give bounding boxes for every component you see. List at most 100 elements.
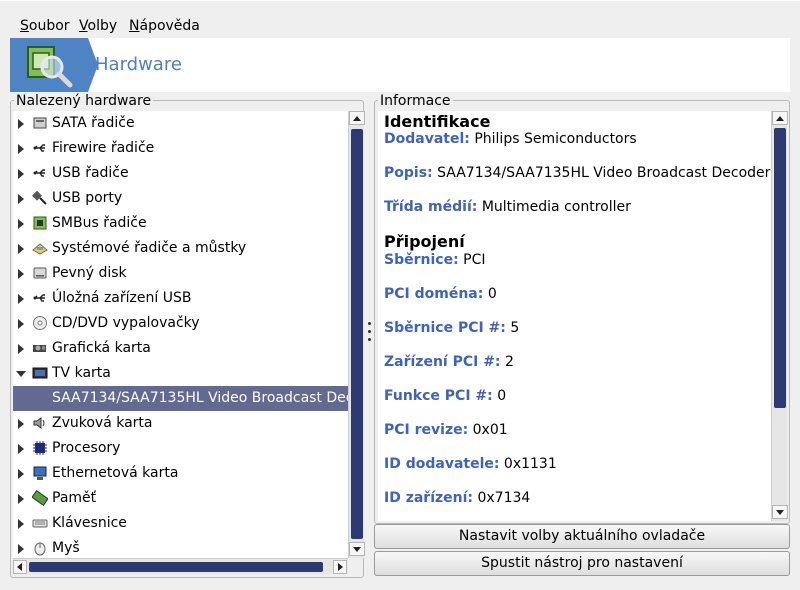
tree-item-label: Procesory <box>52 440 121 456</box>
tree-category-item[interactable]: Grafická karta <box>13 336 348 361</box>
pane-splitter-handle[interactable] <box>366 322 372 344</box>
info-field: Zařízení PCI #: 2 <box>384 354 514 370</box>
tree-category-item[interactable]: Úložná zařízení USB <box>13 286 348 311</box>
tree-vertical-scrollbar[interactable] <box>348 111 365 558</box>
scroll-up-button[interactable] <box>349 111 365 125</box>
menu-help[interactable]: Nápověda <box>129 17 200 35</box>
info-field: Funkce PCI #: 0 <box>384 388 507 404</box>
tree-item-label: Grafická karta <box>52 340 151 356</box>
info-field: ID dodavatele: 0x1131 <box>384 456 557 472</box>
tree-category-item[interactable]: Zvuková karta <box>13 411 348 436</box>
expand-right-icon[interactable] <box>18 144 24 154</box>
expand-right-icon[interactable] <box>18 444 24 454</box>
tree-category-item[interactable]: TV karta <box>13 361 348 386</box>
scroll-left-button[interactable] <box>13 560 27 574</box>
expand-right-icon[interactable] <box>18 244 24 254</box>
network-icon <box>32 465 48 481</box>
cpu-icon <box>32 440 48 456</box>
cdrom-icon <box>32 315 48 331</box>
expand-right-icon[interactable] <box>18 519 24 529</box>
expand-right-icon[interactable] <box>18 344 24 354</box>
keyboard-icon <box>32 515 48 531</box>
info-panel-label: Informace <box>378 93 453 109</box>
usb-symbol-icon <box>32 165 48 181</box>
tree-category-item[interactable]: Firewire řadiče <box>13 136 348 161</box>
info-field: Dodavatel: Philips Semiconductors <box>384 131 637 147</box>
menu-file[interactable]: Soubor <box>20 17 70 35</box>
tree-category-item[interactable]: Systémové řadiče a můstky <box>13 236 348 261</box>
info-field: PCI doména: 0 <box>384 286 497 302</box>
arrow-left-icon <box>17 563 22 571</box>
scroll-right-button[interactable] <box>333 560 347 574</box>
speaker-icon <box>32 415 48 431</box>
tree-category-item[interactable]: USB porty <box>13 186 348 211</box>
tree-item-label: Zvuková karta <box>52 415 153 431</box>
expand-right-icon[interactable] <box>18 544 24 554</box>
expand-right-icon[interactable] <box>18 469 24 479</box>
usb-symbol-icon <box>32 290 48 306</box>
hardware-tree[interactable]: SATA řadiče Firewire řadiče USB řadiče USB … <box>13 111 348 558</box>
tree-category-item[interactable]: Pevný disk <box>13 261 348 286</box>
arrow-right-icon <box>338 563 343 571</box>
chip-icon <box>32 215 48 231</box>
tree-item-label: SAA7134/SAA7135HL Video Broadcast Decode… <box>52 390 348 406</box>
run-config-tool-button[interactable]: Spustit nástroj pro nastavení <box>374 551 790 576</box>
expand-right-icon[interactable] <box>18 494 24 504</box>
expand-right-icon[interactable] <box>18 269 24 279</box>
section-heading-connection: Připojení <box>384 232 465 251</box>
tv-icon <box>32 365 48 381</box>
expand-right-icon[interactable] <box>18 319 24 329</box>
scroll-thumb[interactable] <box>351 129 363 539</box>
memory-icon <box>31 490 49 506</box>
page-title: Hardware <box>95 54 182 75</box>
expand-right-icon[interactable] <box>18 169 24 179</box>
tree-item-label: Systémové řadiče a můstky <box>52 240 247 256</box>
tree-item-label: Ethernetová karta <box>52 465 179 481</box>
scroll-up-button[interactable] <box>772 111 788 125</box>
harddisk-icon <box>32 265 48 281</box>
info-field: Popis: SAA7134/SAA7135HL Video Broadcast… <box>384 165 771 181</box>
tree-category-item[interactable]: Paměť <box>13 486 348 511</box>
video-card-icon <box>32 340 48 356</box>
tree-category-item[interactable]: Myš <box>13 536 348 558</box>
expand-right-icon[interactable] <box>18 119 24 129</box>
tree-category-item[interactable]: SATA řadiče <box>13 111 348 136</box>
expand-right-icon[interactable] <box>18 294 24 304</box>
configure-driver-button[interactable]: Nastavit volby aktuálního ovladače <box>374 524 790 549</box>
section-heading-identification: Identifikace <box>384 112 491 131</box>
tree-item-label: USB porty <box>52 190 123 206</box>
info-vertical-scrollbar[interactable] <box>771 111 788 521</box>
expand-right-icon[interactable] <box>18 219 24 229</box>
scroll-thumb[interactable] <box>774 128 786 408</box>
tree-category-item[interactable]: USB řadiče <box>13 161 348 186</box>
tree-item-label: Úložná zařízení USB <box>52 290 192 306</box>
scroll-down-button[interactable] <box>349 542 365 556</box>
tree-category-item[interactable]: Ethernetová karta <box>13 461 348 486</box>
usb-symbol-icon <box>32 140 48 156</box>
info-field: Třída médií: Multimedia controller <box>384 199 631 215</box>
tree-child-item[interactable]: SAA7134/SAA7135HL Video Broadcast Decode… <box>13 386 348 411</box>
menu-options[interactable]: Volby <box>79 17 117 35</box>
tree-item-label: Pevný disk <box>52 265 127 281</box>
expand-down-icon[interactable] <box>16 371 26 377</box>
info-field: Sběrnice PCI #: 5 <box>384 320 520 336</box>
tree-item-label: SATA řadiče <box>52 115 135 131</box>
scroll-down-button[interactable] <box>772 505 788 519</box>
tree-item-label: Paměť <box>52 490 97 506</box>
tree-category-item[interactable]: CD/DVD vypalovačky <box>13 311 348 336</box>
tree-category-item[interactable]: Klávesnice <box>13 511 348 536</box>
tree-horizontal-scrollbar[interactable] <box>13 558 348 574</box>
info-panel: Identifikace Dodavatel: Philips Semicond… <box>378 111 771 521</box>
tree-category-item[interactable]: Procesory <box>13 436 348 461</box>
header-banner: Hardware <box>10 38 790 92</box>
mouse-icon <box>32 540 48 556</box>
tree-category-item[interactable]: SMBus řadiče <box>13 211 348 236</box>
expand-right-icon[interactable] <box>18 194 24 204</box>
hardware-magnifier-icon <box>10 38 98 92</box>
arrow-up-icon <box>353 116 361 121</box>
expand-right-icon[interactable] <box>18 419 24 429</box>
bridge-icon <box>32 240 48 256</box>
horizontal-scroll-thumb[interactable] <box>29 562 323 572</box>
info-field: PCI revize: 0x01 <box>384 422 508 438</box>
hardware-panel-label: Nalezený hardware <box>14 93 154 109</box>
